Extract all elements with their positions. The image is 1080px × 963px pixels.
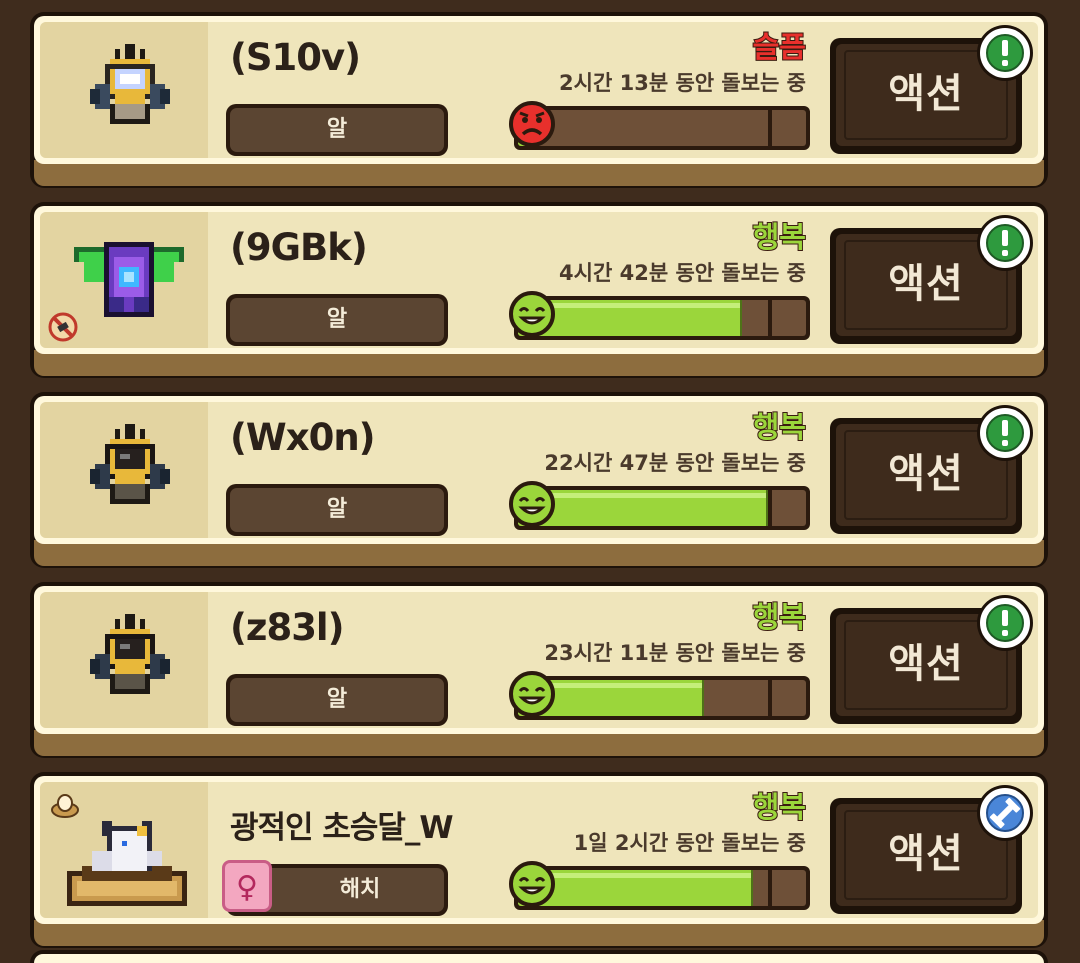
- happiness-bar-track: [518, 110, 806, 146]
- sad-face-icon: [508, 100, 556, 148]
- pet-type-pill: 해치 ♀: [222, 860, 448, 916]
- golden-orb-egg-sprite: [90, 44, 170, 134]
- pet-list: (S10v) 알 슬픔 2시간 13분 동안 돌보는 중 액션 (9GBk) 알…: [0, 0, 1080, 963]
- card-face: (9GBk) 알 행복 4시간 42분 동안 돌보는 중 액션: [34, 206, 1044, 354]
- pet-icon-panel: [40, 22, 208, 158]
- pet-type-label: 알: [230, 678, 444, 722]
- pet-name: (z83l): [230, 606, 345, 649]
- care-time: 4시간 42분 동안 돌보는 중: [559, 261, 806, 285]
- pet-type-label: 알: [230, 298, 444, 342]
- happy-face-icon: [508, 480, 556, 528]
- pet-type-pill: 알: [226, 484, 448, 536]
- card-inner: (S10v) 알 슬픔 2시간 13분 동안 돌보는 중 액션: [40, 22, 1038, 158]
- happiness-bar: [509, 291, 810, 340]
- happy-face-icon: [508, 670, 556, 718]
- card-inner: (9GBk) 알 행복 4시간 42분 동안 돌보는 중 액션: [40, 212, 1038, 348]
- pet-type-pill: 알: [226, 294, 448, 346]
- care-time: 1일 2시간 동안 돌보는 중: [573, 831, 806, 855]
- pet-card[interactable]: (z83l) 알 행복 23시간 11분 동안 돌보는 중 액션: [30, 582, 1048, 758]
- card-face: (Wx0n) 알 행복 22시간 47분 동안 돌보는 중 액션: [34, 396, 1044, 544]
- pet-card[interactable]: (S10v) 알 슬픔 2시간 13분 동안 돌보는 중 액션: [30, 12, 1048, 188]
- no-entry-badge-icon: [48, 312, 78, 342]
- care-time: 22시간 47분 동안 돌보는 중: [544, 451, 806, 475]
- next-card-face: [34, 954, 1044, 963]
- pet-name: 광적인 초승달_W: [230, 810, 454, 846]
- white-pet-in-nest-sprite: [62, 816, 192, 916]
- bar-tick: [768, 110, 772, 146]
- mood-label: 행복: [752, 409, 807, 445]
- bar-tick: [768, 300, 772, 336]
- mood-label: 슬픔: [752, 29, 807, 65]
- exclamation-badge-icon[interactable]: [980, 598, 1030, 648]
- card-inner: (z83l) 알 행복 23시간 11분 동안 돌보는 중 액션: [40, 592, 1038, 728]
- happy-face-icon: [508, 860, 556, 908]
- pet-icon-panel: [40, 402, 208, 538]
- dumbbell-badge-icon[interactable]: [980, 788, 1030, 838]
- purple-winged-egg-sprite: [74, 232, 184, 322]
- bar-tick: [768, 490, 772, 526]
- pet-icon-panel: [40, 212, 208, 348]
- happiness-bar: [509, 481, 810, 530]
- pet-icon-panel: [40, 782, 208, 918]
- dark-orb-egg-sprite: [90, 424, 170, 514]
- happiness-bar-track: [518, 490, 806, 526]
- happy-face-icon: [508, 290, 556, 338]
- bar-tick: [768, 680, 772, 716]
- card-inner: (Wx0n) 알 행복 22시간 47분 동안 돌보는 중 액션: [40, 402, 1038, 538]
- happiness-bar: [509, 671, 810, 720]
- happiness-bar-track: [518, 680, 806, 716]
- pet-name: (9GBk): [230, 226, 368, 269]
- pet-card[interactable]: (Wx0n) 알 행복 22시간 47분 동안 돌보는 중 액션: [30, 392, 1048, 568]
- bar-tick: [768, 870, 772, 906]
- mood-label: 행복: [752, 789, 807, 825]
- pet-card[interactable]: 광적인 초승달_W 해치 ♀ 행복 1일 2시간 동안 돌보는 중 액션: [30, 772, 1048, 948]
- care-time: 2시간 13분 동안 돌보는 중: [559, 71, 806, 95]
- pet-type-pill: 알: [226, 104, 448, 156]
- mood-label: 행복: [752, 219, 807, 255]
- mood-label: 행복: [752, 599, 807, 635]
- pet-name: (Wx0n): [230, 416, 376, 459]
- happiness-bar-track: [518, 870, 806, 906]
- dark-orb-egg-sprite: [90, 614, 170, 704]
- card-inner: 광적인 초승달_W 해치 ♀ 행복 1일 2시간 동안 돌보는 중 액션: [40, 782, 1038, 918]
- card-face: (S10v) 알 슬픔 2시간 13분 동안 돌보는 중 액션: [34, 16, 1044, 164]
- care-time: 23시간 11분 동안 돌보는 중: [544, 641, 806, 665]
- exclamation-badge-icon[interactable]: [980, 218, 1030, 268]
- happiness-bar: [509, 861, 810, 910]
- happiness-bar-track: [518, 300, 806, 336]
- female-gender-icon: ♀: [222, 860, 272, 912]
- pet-name: (S10v): [230, 36, 361, 79]
- exclamation-badge-icon[interactable]: [980, 28, 1030, 78]
- exclamation-badge-icon[interactable]: [980, 408, 1030, 458]
- pet-icon-panel: [40, 592, 208, 728]
- card-face: 광적인 초승달_W 해치 ♀ 행복 1일 2시간 동안 돌보는 중 액션: [34, 776, 1044, 924]
- pet-type-label: 알: [230, 108, 444, 152]
- happiness-bar: [509, 101, 810, 150]
- pet-type-label: 알: [230, 488, 444, 532]
- pet-card[interactable]: (9GBk) 알 행복 4시간 42분 동안 돌보는 중 액션: [30, 202, 1048, 378]
- pet-type-pill: 알: [226, 674, 448, 726]
- next-card-edge: [30, 950, 1048, 963]
- card-face: (z83l) 알 행복 23시간 11분 동안 돌보는 중 액션: [34, 586, 1044, 734]
